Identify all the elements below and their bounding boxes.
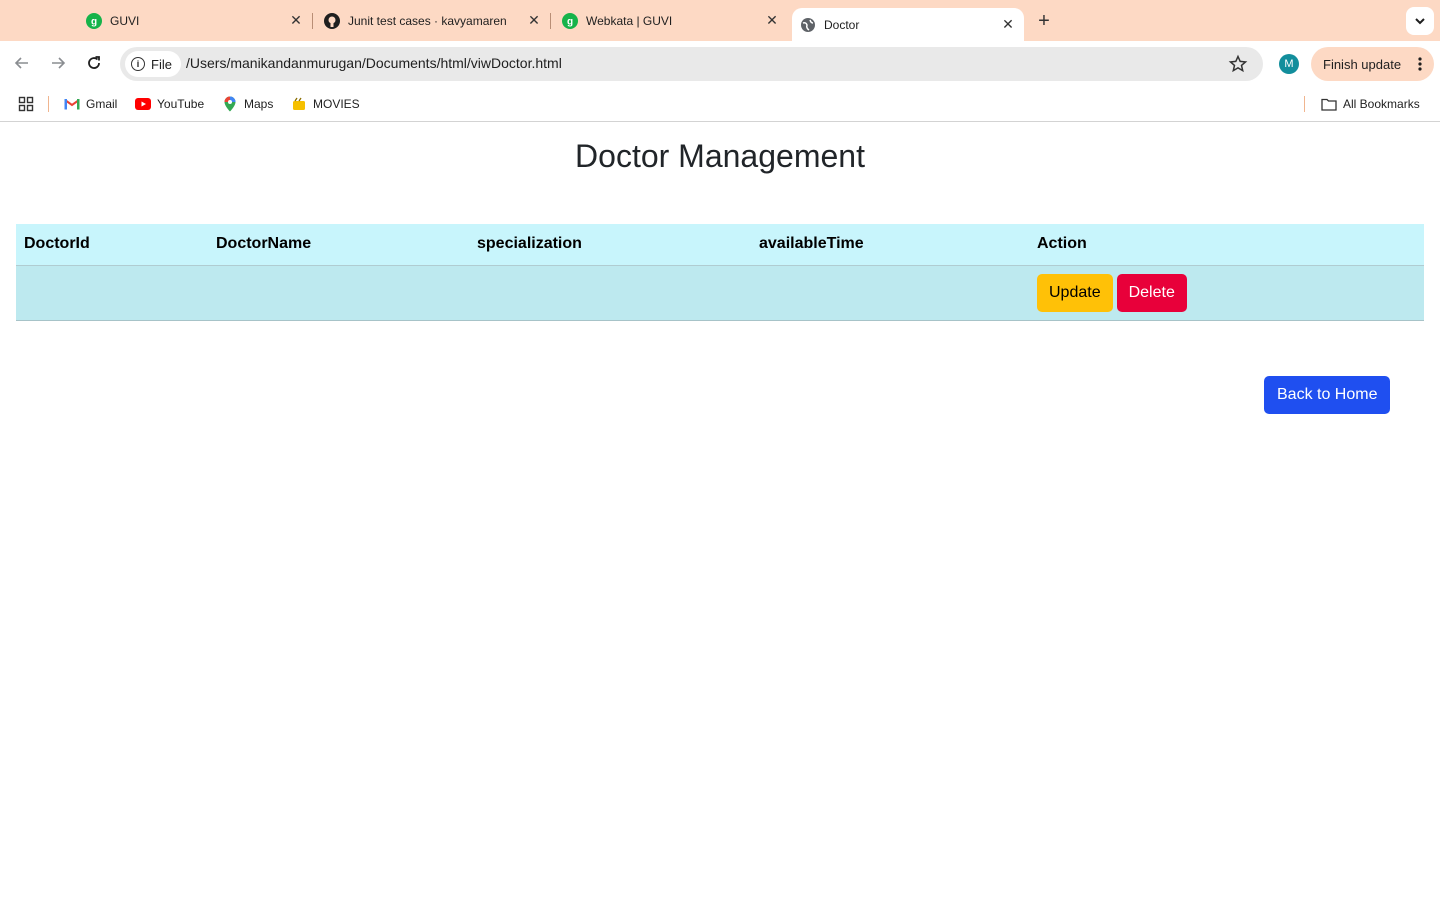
tab-separator [550,13,551,29]
bookmark-label: YouTube [157,97,205,111]
tab-separator [312,13,313,29]
guvi-icon: g [562,12,578,29]
bookmark-star-icon[interactable] [1228,54,1248,74]
url-text[interactable]: /Users/manikandanmurugan/Documents/html/… [186,55,562,71]
cell-available-time [751,265,1029,321]
tab-title: Junit test cases · kavyamaren [348,13,507,28]
tab-webkata[interactable]: g Webkata | GUVI ✕ [562,0,780,41]
cell-doctor-name [208,265,469,321]
cell-specialization [469,265,751,321]
back-icon[interactable] [10,51,34,75]
tab-title: Webkata | GUVI [586,13,673,28]
close-icon[interactable]: ✕ [526,12,542,29]
svg-text:g: g [91,16,97,27]
delete-button[interactable]: Delete [1116,273,1187,312]
update-button[interactable]: Update [1037,273,1113,312]
column-header-action: Action [1029,224,1424,266]
tab-search-button[interactable] [1406,7,1434,35]
maps-icon [222,96,238,112]
close-icon[interactable]: ✕ [288,12,304,29]
new-tab-icon[interactable]: + [1033,10,1055,32]
back-to-home-button[interactable]: Back to Home [1264,376,1391,414]
column-header-available-time: availableTime [751,224,1029,266]
bookmark-gmail[interactable]: Gmail [64,94,117,114]
site-info-chip[interactable]: i File [125,51,181,77]
all-bookmarks-button[interactable]: All Bookmarks [1321,94,1420,114]
folder-icon [1321,96,1337,112]
bookmark-youtube[interactable]: YouTube [135,94,204,114]
reload-icon[interactable] [82,51,106,75]
github-icon [324,12,340,29]
guvi-icon: g [86,12,102,29]
table-header-row: DoctorId DoctorName specialization avail… [16,224,1424,266]
svg-text:g: g [567,16,573,27]
apps-icon[interactable] [18,94,34,114]
info-icon: i [131,57,145,71]
cell-action: Update Delete [1029,265,1424,321]
youtube-icon [135,96,151,112]
bookmark-label: Maps [244,97,274,111]
bookmark-separator [1304,96,1305,112]
cell-doctor-id [16,265,208,321]
gmail-icon [64,96,80,112]
bookmark-movies[interactable]: MOVIES [291,94,360,114]
more-vert-icon [1418,57,1422,71]
tab-doctor[interactable]: Doctor ✕ [792,8,1024,41]
bookmark-separator [48,96,49,112]
address-bar[interactable]: i File /Users/manikandanmurugan/Document… [120,47,1263,81]
column-header-specialization: specialization [469,224,751,266]
bookmark-maps[interactable]: Maps [222,94,273,114]
movies-icon [291,96,307,112]
site-info-label: File [151,56,172,72]
table-row: Update Delete [16,265,1424,321]
tab-title: Doctor [824,17,860,32]
page-content: Doctor Management DoctorId DoctorName sp… [0,122,1440,900]
bookmark-label: MOVIES [313,97,360,111]
profile-avatar[interactable]: M [1279,54,1299,74]
bookmarks-bar: Gmail YouTube Maps MOVIES All Bookmarks [0,86,1440,122]
close-icon[interactable]: ✕ [1000,16,1016,33]
globe-icon [800,17,816,33]
finish-update-button[interactable]: Finish update [1311,47,1434,81]
tab-junit[interactable]: Junit test cases · kavyamaren ✕ [324,0,542,41]
chevron-down-icon [1415,18,1425,25]
page-title: Doctor Management [575,138,865,174]
column-header-doctor-id: DoctorId [16,224,208,266]
finish-update-label: Finish update [1323,56,1402,72]
tab-guvi[interactable]: g GUVI ✕ [86,0,304,41]
forward-icon[interactable] [46,51,70,75]
column-header-doctor-name: DoctorName [208,224,469,266]
tab-title: GUVI [110,13,140,28]
close-icon[interactable]: ✕ [764,12,780,29]
doctor-table: DoctorId DoctorName specialization avail… [16,224,1424,321]
bookmark-label: Gmail [86,97,118,111]
all-bookmarks-label: All Bookmarks [1343,97,1420,111]
browser-toolbar: i File /Users/manikandanmurugan/Document… [0,41,1440,86]
tab-strip: g GUVI ✕ Junit test cases · kavyamaren ✕… [0,0,1440,41]
